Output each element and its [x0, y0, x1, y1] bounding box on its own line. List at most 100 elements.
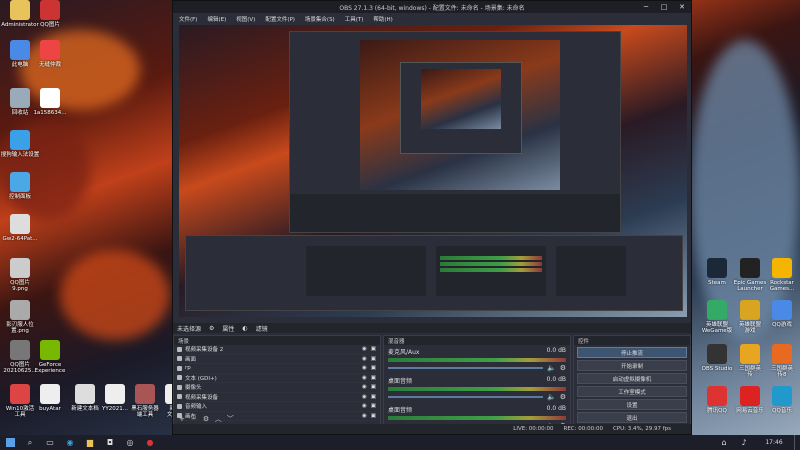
eye-icon[interactable]: ◉ [362, 375, 367, 381]
netease-music-icon [740, 386, 760, 406]
desktop-icon-label: 控制面板 [8, 194, 31, 200]
show-desktop-button[interactable] [794, 435, 800, 450]
eye-icon[interactable]: ◉ [362, 346, 367, 352]
desktop-icon-sanguo8[interactable]: 三国群英 传8 [762, 344, 800, 378]
lock-icon[interactable]: ▣ [371, 394, 376, 400]
menu-file[interactable]: 文件(F) [179, 15, 197, 23]
qq-music-icon [772, 386, 792, 406]
nested-preview-2 [421, 69, 501, 129]
desktop-icon-control-panel[interactable]: 控制面板 [0, 172, 40, 200]
eye-icon[interactable]: ◉ [362, 356, 367, 362]
obs-titlebar[interactable]: OBS 27.1.3 (64-bit, windows) - 配置文件: 未命名… [173, 1, 691, 13]
control-button[interactable]: 工作室模式 [577, 386, 687, 397]
gear-icon[interactable]: ⚙ [209, 325, 214, 332]
volume-slider[interactable] [388, 367, 543, 369]
desktop-icon-label: QQ音乐 [772, 408, 792, 414]
menu-profile[interactable]: 配置文件(P) [265, 15, 295, 23]
filters-button[interactable]: 滤镜 [256, 324, 268, 333]
source-row[interactable]: rp ◉ ▣ [174, 364, 380, 374]
obs-window[interactable]: OBS 27.1.3 (64-bit, windows) - 配置文件: 未命名… [172, 0, 692, 435]
source-row[interactable]: 摄像头 ◉ ▣ [174, 383, 380, 393]
menu-help[interactable]: 帮助(H) [373, 15, 392, 23]
desktop-icon-qq-music[interactable]: QQ音乐 [762, 386, 800, 414]
remove-icon[interactable]: − [191, 416, 198, 423]
desktop-icon-geforce[interactable]: GeForce Experience [30, 340, 70, 374]
lock-icon[interactable]: ▣ [371, 346, 376, 352]
eye-icon[interactable]: ◉ [362, 413, 367, 419]
desktop-icon-gw2[interactable]: Gw2-64Pat... [0, 214, 40, 242]
mixer-list: 麦克风/Aux0.0 dB🔈⚙桌面音频0.0 dB🔈⚙桌面音频0.0 dB🔈⚙ [384, 345, 570, 432]
menu-view[interactable]: 视图(V) [236, 15, 255, 23]
app-icon[interactable]: ● [140, 435, 160, 450]
sanguo8-icon [772, 344, 792, 364]
eye-icon[interactable]: ◉ [362, 384, 367, 390]
source-label: 视频采集设备 [185, 394, 219, 401]
volume-meter [388, 358, 566, 362]
lock-icon[interactable]: ▣ [371, 365, 376, 371]
desktop-icon-buyatar[interactable]: buyAtar [30, 384, 70, 412]
properties-button[interactable]: 属性 [222, 324, 234, 333]
control-button[interactable]: 停止推流 [577, 347, 687, 358]
desktop-icon-file-1a158634[interactable]: 1a158634... [30, 88, 70, 116]
source-type-icon [177, 403, 182, 409]
nested-obs-1 [289, 31, 621, 233]
desktop-icon-wufeng[interactable]: 无缝仲裁 [30, 40, 70, 68]
down-icon[interactable]: ﹀ [227, 416, 234, 423]
eye-icon[interactable]: ◉ [362, 394, 367, 400]
explorer-icon[interactable]: ▆ [80, 435, 100, 450]
lock-icon[interactable]: ▣ [371, 375, 376, 381]
store-icon[interactable]: ◘ [100, 435, 120, 450]
volume-slider[interactable] [388, 396, 543, 398]
start-button[interactable] [0, 435, 20, 450]
desktop-icon-qq-image-9[interactable]: QQ图片 9.png [0, 258, 40, 292]
desktop-icon-qq-game[interactable]: QQ游戏 [762, 300, 800, 328]
search-icon[interactable]: ⌕ [20, 435, 40, 450]
control-button[interactable]: 退出 [577, 412, 687, 423]
menu-edit[interactable]: 编辑(E) [207, 15, 226, 23]
control-button[interactable]: 启动虚拟摄像机 [577, 373, 687, 384]
volume-icon[interactable]: ♪ [734, 435, 754, 450]
desktop-icon-sogou[interactable]: 搜狗输入法设置 [0, 130, 40, 158]
edge-icon[interactable]: ◉ [60, 435, 80, 450]
source-row[interactable]: 文本 (GDI+) ◉ ▣ [174, 374, 380, 383]
speaker-icon[interactable]: 🔈 [547, 364, 556, 372]
recycle-bin-icon [10, 88, 30, 108]
mixer-channel: 桌面音频 0.0 dB 🔈 ⚙ [384, 374, 570, 403]
mixer-channel: 麦克风/Aux 0.0 dB 🔈 ⚙ [384, 345, 570, 374]
minimize-icon[interactable]: ─ [637, 1, 655, 13]
volume-meter [388, 416, 566, 420]
filter-icon[interactable]: ◐ [242, 325, 247, 332]
rec-status: REC: 00:00:00 [563, 426, 603, 432]
lock-icon[interactable]: ▣ [371, 413, 376, 419]
desktop-icon-qq-image[interactable]: QQ图片 [30, 0, 70, 28]
source-row[interactable]: 视频采集设备 ◉ ▣ [174, 393, 380, 402]
eye-icon[interactable]: ◉ [362, 403, 367, 409]
network-icon[interactable]: ⌂ [714, 435, 734, 450]
source-row[interactable]: 视频采集设备 2 ◉ ▣ [174, 345, 380, 355]
maximize-icon[interactable]: □ [655, 1, 673, 13]
obs-taskbar-icon[interactable]: ◎ [120, 435, 140, 450]
source-row[interactable]: 画面 ◉ ▣ [174, 355, 380, 364]
eye-icon[interactable]: ◉ [362, 365, 367, 371]
lock-icon[interactable]: ▣ [371, 384, 376, 390]
preview-canvas[interactable] [179, 25, 687, 317]
lock-icon[interactable]: ▣ [371, 403, 376, 409]
speaker-icon[interactable]: 🔈 [547, 393, 556, 401]
desktop-icon-rockstar[interactable]: Rockstar Games... [762, 258, 800, 292]
gear-icon[interactable]: ⚙ [203, 416, 210, 423]
desktop-icon-shadow-png[interactable]: 影刃服人位置.png [0, 300, 40, 334]
task-view-icon[interactable]: ▭ [40, 435, 60, 450]
lock-icon[interactable]: ▣ [371, 356, 376, 362]
control-button[interactable]: 开始录制 [577, 360, 687, 371]
desktop-icon-label: 三国群英 传8 [770, 366, 793, 378]
source-row[interactable]: 音频输入 ◉ ▣ [174, 402, 380, 412]
up-icon[interactable]: ︿ [215, 416, 222, 423]
gear-icon[interactable]: ⚙ [560, 393, 566, 401]
gear-icon[interactable]: ⚙ [560, 364, 566, 372]
menu-tools[interactable]: 工具(T) [345, 15, 364, 23]
menu-scene-collection[interactable]: 场景集合(S) [305, 15, 335, 23]
control-button[interactable]: 设置 [577, 399, 687, 410]
clock[interactable]: 17:46 [754, 439, 794, 446]
add-icon[interactable]: + [179, 416, 186, 423]
close-icon[interactable]: ✕ [673, 1, 691, 13]
